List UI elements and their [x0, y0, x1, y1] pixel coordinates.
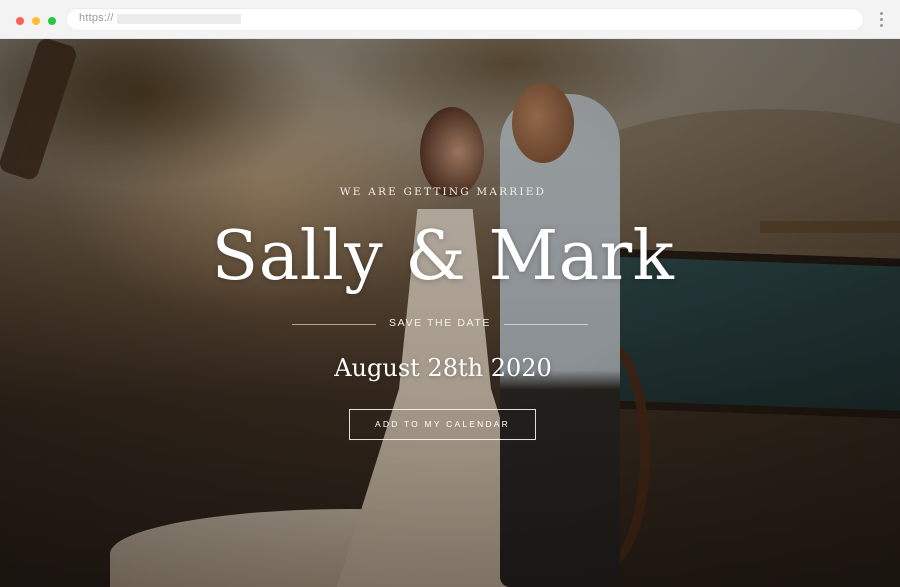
wedding-date: August 28th 2020: [334, 354, 552, 382]
hero-content: WE ARE GETTING MARRIED Sally & Mark SAVE…: [0, 39, 900, 587]
save-the-date-label: SAVE THE DATE: [389, 317, 491, 329]
maximize-dot-icon[interactable]: [48, 17, 56, 25]
close-dot-icon[interactable]: [16, 17, 24, 25]
address-bar[interactable]: https://: [66, 8, 864, 31]
more-menu-icon[interactable]: [880, 12, 884, 28]
url-redacted: [117, 14, 241, 24]
divider-right: [504, 324, 588, 325]
browser-window: https:// WE ARE GETTING MARRIED Sally & …: [0, 0, 900, 587]
browser-toolbar: https://: [0, 0, 900, 39]
page-viewport: WE ARE GETTING MARRIED Sally & Mark SAVE…: [0, 39, 900, 587]
save-the-date-row: SAVE THE DATE: [292, 317, 588, 331]
url-scheme: https://: [79, 12, 114, 24]
hero-eyebrow: WE ARE GETTING MARRIED: [339, 186, 547, 198]
couple-names: Sally & Mark: [211, 217, 675, 296]
add-to-calendar-button[interactable]: ADD TO MY CALENDAR: [349, 409, 536, 440]
minimize-dot-icon[interactable]: [32, 17, 40, 25]
